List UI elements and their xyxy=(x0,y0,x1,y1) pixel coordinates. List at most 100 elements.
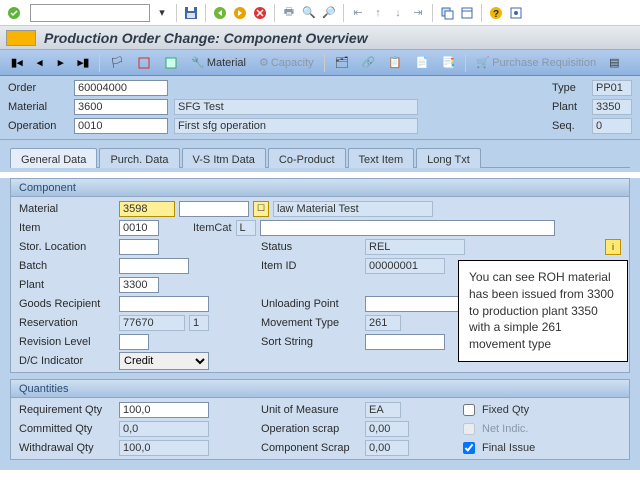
app-toolbar: ▮◂ ◂ ▸ ▸▮ 🏳 🔧Material ⚙Capacity 🗂 🔗 📋 📄 … xyxy=(0,50,640,76)
reservation-field: 77670 xyxy=(119,315,185,331)
help-icon[interactable]: ? xyxy=(488,5,504,21)
tab-coprod[interactable]: Co-Product xyxy=(268,148,346,168)
tab-text[interactable]: Text Item xyxy=(348,148,415,168)
storloc-field[interactable] xyxy=(119,239,159,255)
status-info-icon[interactable]: i xyxy=(605,239,621,255)
page-title: Production Order Change: Component Overv… xyxy=(44,30,368,46)
layout-icon[interactable] xyxy=(459,5,475,21)
quantities-group: Quantities Requirement Qty 100,0 Unit of… xyxy=(10,379,630,460)
material-button[interactable]: 🔧Material xyxy=(186,54,251,72)
print-icon[interactable]: 🖶 xyxy=(281,5,297,21)
exit-icon[interactable] xyxy=(232,5,248,21)
capacity-button[interactable]: ⚙Capacity xyxy=(254,54,319,72)
dropdown-arrow-icon[interactable]: ▾ xyxy=(154,5,170,21)
comp-material-desc: law Material Test xyxy=(273,201,433,217)
withqty-field: 100,0 xyxy=(119,440,209,456)
batch-label: Batch xyxy=(19,260,115,272)
schedule-icon[interactable] xyxy=(159,54,183,72)
find-icon[interactable]: 🔍 xyxy=(301,5,317,21)
comp-material-label: Material xyxy=(19,203,115,215)
save-icon[interactable] xyxy=(183,5,199,21)
nav-last-icon[interactable]: ▸▮ xyxy=(73,54,95,72)
prev-page-icon[interactable]: ↑ xyxy=(370,5,386,21)
new-session-icon[interactable] xyxy=(439,5,455,21)
comp-material-field[interactable]: 3598 xyxy=(119,201,175,217)
order-label: Order xyxy=(8,82,70,94)
revlevel-field[interactable] xyxy=(119,334,149,350)
uom-field: EA xyxy=(365,402,401,418)
netind-label: Net Indic. xyxy=(482,423,528,435)
purchreq-button[interactable]: 🛒Purchase Requisition xyxy=(471,54,601,72)
withqty-label: Withdrawal Qty xyxy=(19,442,115,454)
list-icon[interactable]: ▤ xyxy=(604,54,624,72)
flag-icon[interactable]: 🏳 xyxy=(105,54,129,72)
search-help-icon[interactable]: ☐ xyxy=(253,201,269,217)
header-plant-field: 3350 xyxy=(592,99,632,115)
reqqty-label: Requirement Qty xyxy=(19,404,115,416)
item-field[interactable]: 0010 xyxy=(119,220,159,236)
sortstr-field[interactable] xyxy=(365,334,445,350)
tab-purch[interactable]: Purch. Data xyxy=(99,148,179,168)
command-field[interactable] xyxy=(30,4,150,22)
operation-desc: First sfg operation xyxy=(174,118,418,134)
itemcat-label: ItemCat xyxy=(193,222,232,234)
itemcat-field: L xyxy=(236,220,256,236)
comp-material-ext[interactable] xyxy=(179,201,249,217)
ok-icon[interactable] xyxy=(6,5,22,21)
dcind-label: D/C Indicator xyxy=(19,355,115,367)
comp-plant-label: Plant xyxy=(19,279,115,291)
itemid-label: Item ID xyxy=(261,260,361,272)
seq-field: 0 xyxy=(592,118,632,134)
last-page-icon[interactable]: ⇥ xyxy=(410,5,426,21)
findnext-icon[interactable]: 🔎 xyxy=(321,5,337,21)
seq-label: Seq. xyxy=(552,120,588,132)
documents-icon[interactable]: 📄 xyxy=(410,54,434,72)
opscrap-field: 0,00 xyxy=(365,421,409,437)
cancel-icon[interactable] xyxy=(252,5,268,21)
type-label: Type xyxy=(552,82,588,94)
dcind-select[interactable]: Credit xyxy=(119,352,209,370)
release-icon[interactable] xyxy=(132,54,156,72)
tab-vsitm[interactable]: V-S Itm Data xyxy=(182,148,266,168)
order-field[interactable]: 60004000 xyxy=(74,80,168,96)
tree-icon[interactable]: 🗂 xyxy=(330,54,354,72)
revlevel-label: Revision Level xyxy=(19,336,115,348)
settings-icon[interactable] xyxy=(508,5,524,21)
header-material-field[interactable]: 3600 xyxy=(74,99,168,115)
goodsrec-field[interactable] xyxy=(119,296,209,312)
sequences-icon[interactable]: 📑 xyxy=(437,54,461,72)
annotation-callout: You can see ROH material has been issued… xyxy=(458,260,628,362)
next-page-icon[interactable]: ↓ xyxy=(390,5,406,21)
compscrap-label: Component Scrap xyxy=(261,442,361,454)
finalissue-checkbox[interactable] xyxy=(463,442,475,454)
itemid-field: 00000001 xyxy=(365,258,445,274)
type-field: PP01 xyxy=(592,80,632,96)
comp-plant-field[interactable]: 3300 xyxy=(119,277,159,293)
operation-label: Operation xyxy=(8,120,70,132)
network-icon[interactable]: 🔗 xyxy=(357,54,381,72)
back-icon[interactable] xyxy=(212,5,228,21)
finalissue-label: Final Issue xyxy=(482,442,535,454)
nav-next-icon[interactable]: ▸ xyxy=(52,54,70,72)
fixedqty-label: Fixed Qty xyxy=(482,404,529,416)
tab-long[interactable]: Long Txt xyxy=(416,148,481,168)
nav-first-icon[interactable]: ▮◂ xyxy=(6,54,28,72)
tabstrip: General Data Purch. Data V-S Itm Data Co… xyxy=(0,140,640,172)
reqqty-field[interactable]: 100,0 xyxy=(119,402,209,418)
transaction-icon xyxy=(6,30,36,46)
tab-general[interactable]: General Data xyxy=(10,148,97,168)
first-page-icon[interactable]: ⇤ xyxy=(350,5,366,21)
header-material-desc: SFG Test xyxy=(174,99,418,115)
nav-prev-icon[interactable]: ◂ xyxy=(31,54,49,72)
operation-field[interactable]: 0010 xyxy=(74,118,168,134)
header-material-label: Material xyxy=(8,101,70,113)
netind-checkbox xyxy=(463,423,475,435)
fixedqty-checkbox[interactable] xyxy=(463,404,475,416)
opscrap-label: Operation scrap xyxy=(261,423,361,435)
batch-field[interactable] xyxy=(119,258,189,274)
storloc-label: Stor. Location xyxy=(19,241,115,253)
reservation-pos-field: 1 xyxy=(189,315,209,331)
itemcat-desc[interactable] xyxy=(260,220,555,236)
system-menubar: ▾ 🖶 🔍 🔎 ⇤ ↑ ↓ ⇥ ? xyxy=(0,0,640,26)
components-icon[interactable]: 📋 xyxy=(383,54,407,72)
